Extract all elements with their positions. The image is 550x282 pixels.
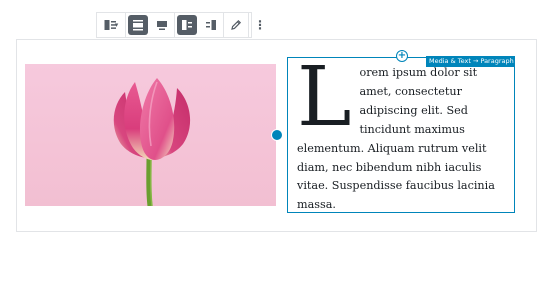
media-left-icon (181, 19, 193, 31)
media-position-group (175, 13, 224, 37)
more-group: ⋮ (249, 13, 271, 37)
alignment-group (126, 13, 175, 37)
align-full-icon (156, 19, 168, 31)
show-media-left-button[interactable] (177, 15, 197, 35)
block-switcher-button[interactable]: ▾ (99, 15, 123, 35)
paragraph-text[interactable]: L orem ipsum dolor sit amet, consectetur… (297, 50, 509, 215)
more-options-button[interactable]: ⋮ (251, 15, 269, 35)
pencil-edit-icon (230, 19, 242, 31)
chevron-down-icon: ▾ (114, 21, 119, 29)
edit-media-group (224, 13, 249, 37)
inserter-plus-icon[interactable]: + (396, 50, 408, 62)
edit-media-button[interactable] (226, 15, 246, 35)
media-resize-handle[interactable] (271, 129, 283, 141)
media-image[interactable] (25, 64, 276, 206)
align-wide-icon (132, 19, 144, 31)
media-right-icon (205, 19, 217, 31)
drop-cap: L (297, 50, 352, 145)
more-options-icon: ⋮ (254, 18, 266, 32)
align-full-button[interactable] (152, 15, 172, 35)
align-wide-button[interactable] (128, 15, 148, 35)
show-media-right-button[interactable] (201, 15, 221, 35)
tulip-image-icon (113, 78, 191, 206)
block-type-group: ▾ (97, 13, 126, 37)
block-toolbar: ▾ ⋮ (96, 12, 266, 38)
